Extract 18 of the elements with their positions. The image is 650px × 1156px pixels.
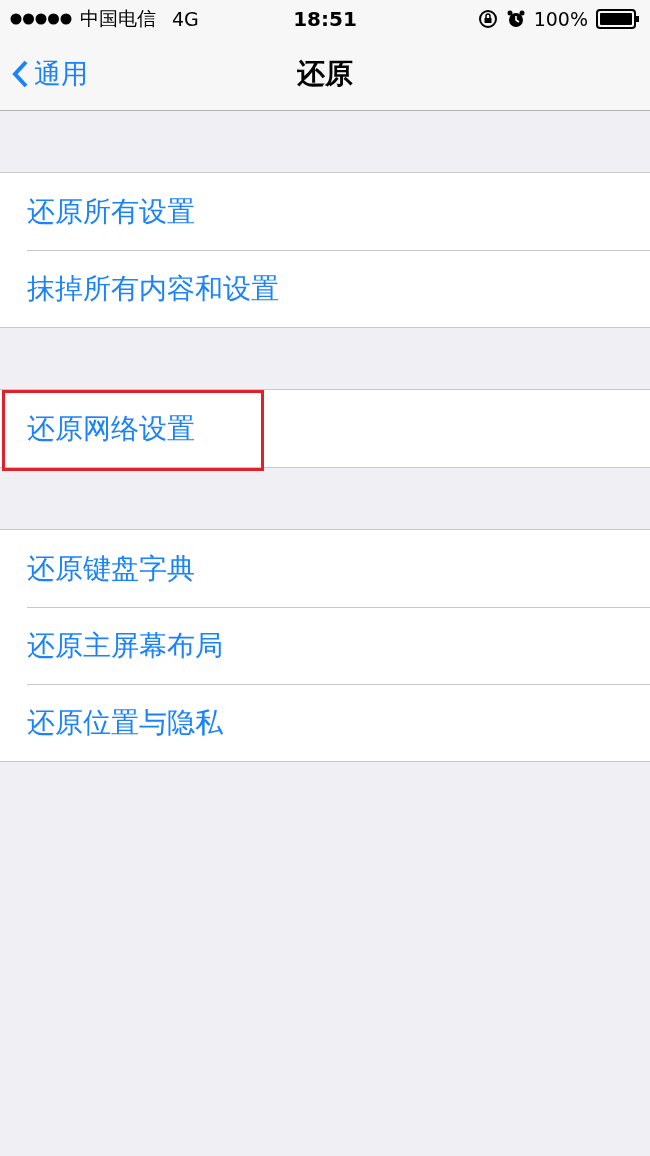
carrier: 中国电信: [80, 6, 156, 31]
signal-icon: [10, 13, 72, 25]
clock: 18:51: [293, 7, 357, 31]
settings-item[interactable]: 抹掉所有内容和设置: [27, 249, 650, 328]
back-label[interactable]: 通用: [34, 56, 88, 92]
back-button[interactable]: 通用: [12, 56, 88, 92]
alarm-icon: [505, 9, 526, 29]
rotation-lock-icon: [477, 9, 498, 29]
settings-item[interactable]: 还原键盘字典: [27, 530, 650, 607]
network-type: 4G: [172, 8, 199, 30]
settings-item[interactable]: 还原主屏幕布局: [27, 606, 650, 685]
settings-item[interactable]: 还原所有设置: [27, 173, 650, 250]
settings-item[interactable]: 还原网络设置: [27, 390, 650, 467]
battery-percent: 100%: [533, 8, 588, 30]
battery-icon: [596, 9, 640, 29]
settings-item[interactable]: 还原位置与隐私: [27, 683, 650, 762]
chevron-left-icon: [12, 60, 28, 88]
nav-title: 还原: [297, 56, 353, 92]
